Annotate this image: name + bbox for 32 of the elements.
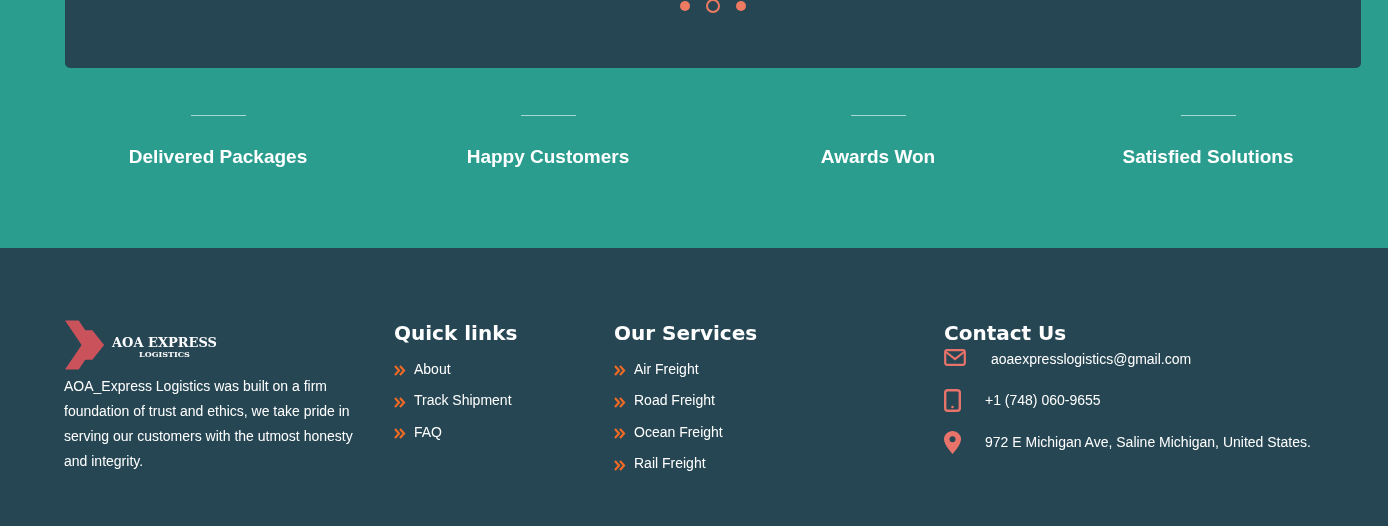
double-chevron-icon	[614, 459, 626, 471]
footer-link[interactable]: Road Freight	[634, 392, 715, 409]
footer-link[interactable]: Track Shipment	[414, 392, 512, 409]
logo[interactable]: AOA EXPRESS LOGISTICS	[65, 320, 217, 370]
carousel-dot[interactable]	[680, 1, 690, 11]
footer-link[interactable]: Air Freight	[634, 360, 699, 377]
double-chevron-icon	[394, 428, 406, 440]
contact-text: 972 E Michigan Ave, Saline Michigan, United States.	[985, 434, 1311, 450]
phone-icon	[944, 388, 961, 412]
double-chevron-icon	[614, 365, 626, 377]
footer-link[interactable]: Ocean Freight	[634, 423, 723, 440]
carousel-dot[interactable]	[706, 0, 720, 13]
footer-link[interactable]: FAQ	[414, 423, 442, 440]
footer-link[interactable]: Rail Freight	[634, 455, 706, 472]
contact-text: +1 (748) 060-9655	[985, 392, 1101, 408]
about-text: AOA_Express Logistics was built on a firm foundation of trust and ethics, we take pride in serving our customers with the utmost honesty and integrity.	[64, 377, 354, 471]
envelope-icon	[944, 349, 966, 366]
stat-label: Happy Customers	[466, 146, 630, 168]
stat-label: Awards Won	[820, 146, 936, 168]
footer-heading: Contact Us	[944, 321, 1068, 345]
carousel-dot[interactable]	[736, 1, 746, 11]
location-pin-icon	[944, 430, 961, 454]
footer-link[interactable]: About	[414, 360, 451, 377]
footer-heading: Quick links	[394, 321, 519, 345]
double-chevron-icon	[614, 428, 626, 440]
double-chevron-icon	[394, 365, 406, 377]
stat-label: Satisfied Solutions	[1122, 146, 1294, 168]
footer-heading: Our Services	[614, 321, 759, 345]
contact-text: aoaexpresslogistics@gmail.com	[991, 351, 1192, 367]
stat-label: Delivered Packages	[128, 146, 308, 168]
double-chevron-icon	[614, 396, 626, 408]
double-chevron-icon	[394, 396, 406, 408]
